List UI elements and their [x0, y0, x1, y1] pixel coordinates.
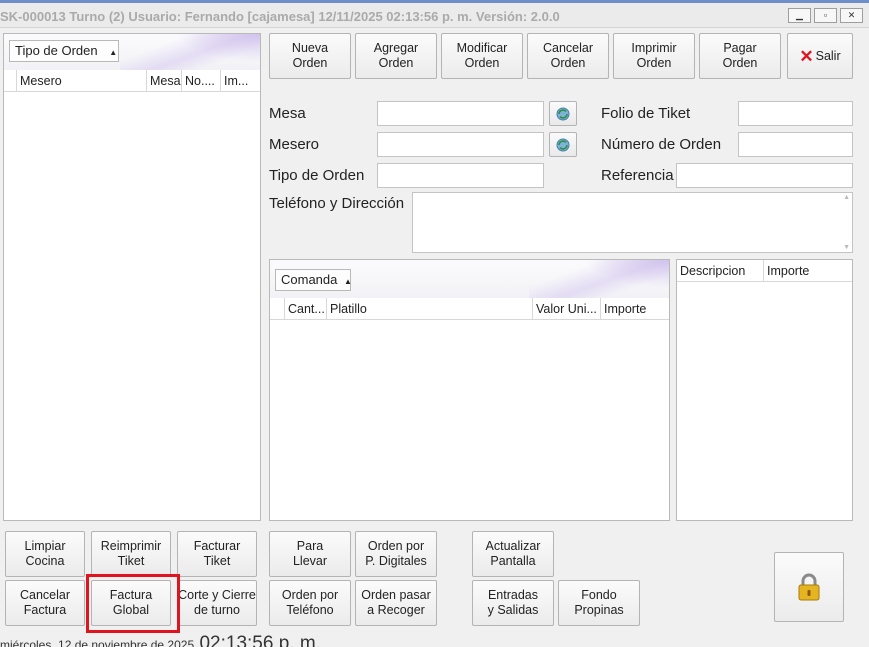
nueva-orden-button[interactable]: Nueva Orden [269, 33, 351, 79]
orders-group-label: Tipo de Orden [15, 43, 98, 58]
status-time: 02:13:56 p. m. [199, 633, 321, 647]
referencia-input[interactable] [676, 163, 853, 188]
actualizar-pantalla-button[interactable]: Actualizar Pantalla [472, 531, 554, 577]
column-mesa[interactable]: Mesa [146, 70, 181, 92]
numero-orden-label: Número de Orden [601, 136, 722, 153]
mesero-lookup-button[interactable] [549, 132, 577, 157]
lock-icon [798, 573, 820, 601]
comanda-group-label: Comanda [281, 272, 338, 287]
minimize-icon: ▁ [796, 10, 803, 20]
close-x-icon: ✕ [799, 46, 814, 66]
summary-column-header: Descripcion Importe [677, 260, 852, 282]
column-numero[interactable]: No.... [181, 70, 220, 92]
telefono-direccion-label: Teléfono y Dirección [269, 195, 405, 212]
cancelar-factura-button[interactable]: Cancelar Factura [5, 580, 85, 626]
mesero-label: Mesero [269, 136, 320, 153]
scroll-down-icon[interactable]: ▼ [843, 244, 850, 251]
folio-tiket-label: Folio de Tiket [601, 105, 691, 122]
mesero-input[interactable] [377, 132, 544, 157]
salir-label: Salir [815, 48, 841, 63]
close-button[interactable]: ✕ [840, 8, 863, 23]
mesa-input[interactable] [377, 101, 544, 126]
column-cantidad[interactable]: Cant... [284, 298, 326, 320]
lock-button[interactable] [774, 552, 844, 622]
sort-asc-icon: ▲ [344, 277, 352, 286]
orders-column-header: Mesero Mesa No.... Im... [4, 70, 260, 92]
comanda-column-header: Cant... Platillo Valor Uni... Importe [270, 298, 669, 320]
decorative-swirl [529, 260, 669, 298]
corte-cierre-turno-button[interactable]: Corte y Cierre de turno [177, 580, 257, 626]
tipo-orden-label: Tipo de Orden [269, 167, 365, 184]
fondo-propinas-button[interactable]: Fondo Propinas [558, 580, 640, 626]
imprimir-orden-button[interactable]: Imprimir Orden [613, 33, 695, 79]
minimize-button[interactable]: ▁ [788, 8, 811, 23]
refresh-icon [556, 138, 570, 151]
orders-group-band: Tipo de Orden ▲ [4, 34, 260, 70]
numero-orden-input[interactable] [738, 132, 853, 157]
status-bar: miércoles, 12 de noviembre de 2025 02:13… [0, 633, 321, 647]
referencia-label: Referencia [601, 167, 674, 184]
tipo-orden-input[interactable] [377, 163, 544, 188]
refresh-icon [556, 107, 570, 120]
comanda-group-header[interactable]: Comanda ▲ [275, 269, 352, 291]
telefono-direccion-textarea[interactable]: ▲ ▼ [412, 192, 853, 253]
close-icon: ✕ [847, 10, 856, 20]
facturar-tiket-button[interactable]: Facturar Tiket [177, 531, 257, 577]
para-llevar-button[interactable]: Para Llevar [269, 531, 351, 577]
modificar-orden-button[interactable]: Modificar Orden [441, 33, 523, 79]
status-date: miércoles, 12 de noviembre de 2025 [0, 638, 195, 647]
folio-tiket-input[interactable] [738, 101, 853, 126]
window-title: SK-000013 Turno (2) Usuario: Fernando [c… [0, 9, 560, 24]
sort-asc-icon: ▲ [109, 48, 118, 57]
row-indicator-header [4, 70, 16, 92]
column-mesero[interactable]: Mesero [16, 70, 146, 92]
entradas-salidas-button[interactable]: Entradas y Salidas [472, 580, 554, 626]
scroll-up-icon[interactable]: ▲ [843, 194, 850, 201]
reimprimir-tiket-button[interactable]: Reimprimir Tiket [91, 531, 171, 577]
orders-group-header[interactable]: Tipo de Orden ▲ [9, 40, 119, 62]
maximize-button[interactable]: ▫ [814, 8, 837, 23]
comanda-panel: Comanda ▲ Cant... Platillo Valor Uni... … [269, 259, 670, 521]
column-platillo[interactable]: Platillo [326, 298, 532, 320]
orden-telefono-button[interactable]: Orden por Teléfono [269, 580, 351, 626]
decorative-swirl [120, 34, 260, 70]
salir-button[interactable]: ✕ Salir [787, 33, 853, 79]
orders-panel: Tipo de Orden ▲ Mesero Mesa No.... Im... [3, 33, 261, 521]
mesa-lookup-button[interactable] [549, 101, 577, 126]
highlight-box [86, 574, 180, 633]
pagar-orden-button[interactable]: Pagar Orden [699, 33, 781, 79]
limpiar-cocina-button[interactable]: Limpiar Cocina [5, 531, 85, 577]
column-importe[interactable]: Importe [600, 298, 670, 320]
orden-digitales-button[interactable]: Orden por P. Digitales [355, 531, 437, 577]
row-indicator-header [270, 298, 284, 320]
agregar-orden-button[interactable]: Agregar Orden [355, 33, 437, 79]
title-bar: SK-000013 Turno (2) Usuario: Fernando [c… [0, 3, 869, 28]
column-valor-unitario[interactable]: Valor Uni... [532, 298, 600, 320]
cancelar-orden-button[interactable]: Cancelar Orden [527, 33, 609, 79]
column-descripcion[interactable]: Descripcion [677, 260, 763, 282]
mesa-label: Mesa [269, 105, 306, 122]
column-importe[interactable]: Im... [220, 70, 262, 92]
summary-panel: Descripcion Importe [676, 259, 853, 521]
maximize-icon: ▫ [823, 10, 828, 20]
orden-recoger-button[interactable]: Orden pasar a Recoger [355, 580, 437, 626]
comanda-group-band: Comanda ▲ [270, 260, 669, 298]
column-importe[interactable]: Importe [763, 260, 853, 282]
